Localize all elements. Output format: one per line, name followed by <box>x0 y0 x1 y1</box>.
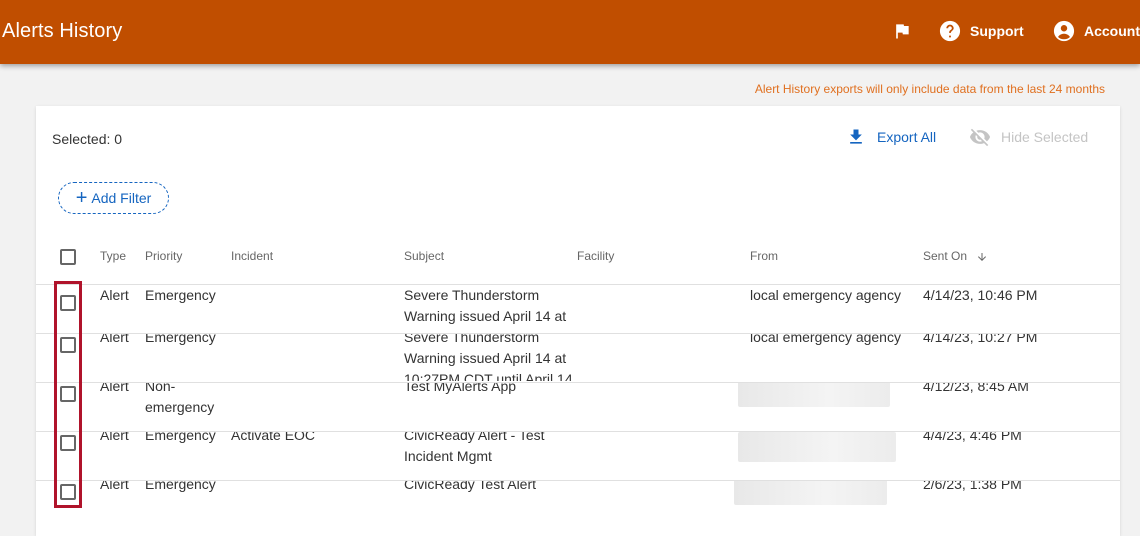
cell-subject: CivicReady Test Alert <box>404 480 537 492</box>
account-label: Account <box>1084 23 1140 39</box>
select-all-checkbox[interactable] <box>60 249 76 265</box>
account-circle-icon <box>1053 20 1075 42</box>
export-all-button[interactable]: Export All <box>846 126 936 148</box>
cell-priority: Emergency <box>145 333 216 345</box>
cell-priority: Emergency <box>145 431 216 443</box>
page-title: Alerts History <box>2 20 123 42</box>
cell-sent-on: 4/14/23, 10:27 PM <box>923 333 1038 345</box>
cell-priority: Emergency <box>145 480 216 492</box>
cell-sent-on: 4/4/23, 4:46 PM <box>923 431 1022 443</box>
support-button[interactable]: Support <box>939 19 1024 43</box>
app-header: Alerts History Support Account <box>0 0 1140 64</box>
column-header-type[interactable]: Type <box>100 249 126 263</box>
cell-type: Alert <box>100 480 129 492</box>
column-header-priority[interactable]: Priority <box>145 249 182 263</box>
cell-incident: Activate EOC <box>231 431 316 443</box>
column-header-incident[interactable]: Incident <box>231 249 273 263</box>
hide-selected-label: Hide Selected <box>1001 129 1089 145</box>
alerts-card: Selected: 0 Export All Hide Selected + A… <box>36 106 1120 536</box>
sent-on-label: Sent On <box>923 249 968 263</box>
cell-sent-on: 2/6/23, 1:38 PM <box>923 480 1022 492</box>
redacted-sender <box>734 481 887 505</box>
table-row[interactable]: Alert Emergency Severe Thunderstorm Warn… <box>36 333 1120 382</box>
column-header-sent-on[interactable]: Sent On <box>923 249 988 263</box>
eye-off-icon <box>969 128 991 147</box>
cell-from: local emergency agency <box>750 287 901 303</box>
checkbox-highlight-box <box>54 281 82 508</box>
hide-selected-button: Hide Selected <box>968 126 1088 148</box>
cell-type: Alert <box>100 333 129 345</box>
column-header-facility[interactable]: Facility <box>577 249 614 263</box>
cell-sent-on: 4/14/23, 10:46 PM <box>923 287 1038 303</box>
redacted-sender <box>738 383 890 407</box>
account-button[interactable]: Account <box>1053 19 1140 43</box>
add-filter-label: Add Filter <box>91 190 152 206</box>
table-row[interactable]: Alert Non-emergency Test MyAlerts App 4/… <box>36 382 1120 431</box>
download-icon <box>850 129 862 144</box>
cell-type: Alert <box>100 287 129 303</box>
cell-sent-on: 4/12/23, 8:45 AM <box>923 382 1029 394</box>
table-row[interactable]: Alert Emergency Severe Thunderstorm Warn… <box>36 284 1120 333</box>
cell-type: Alert <box>100 431 129 443</box>
add-filter-button[interactable]: + Add Filter <box>58 182 169 214</box>
cell-subject: Severe Thunderstorm Warning issued April… <box>404 287 567 324</box>
plus-icon: + <box>75 187 88 209</box>
cell-subject: Test MyAlerts App <box>404 382 517 394</box>
cell-type: Alert <box>100 382 129 394</box>
column-header-from[interactable]: From <box>750 249 778 263</box>
cell-subject: Severe Thunderstorm Warning issued April… <box>404 333 573 381</box>
export-notice: Alert History exports will only include … <box>754 82 1105 96</box>
export-all-label: Export All <box>877 129 937 145</box>
arrow-down-icon <box>978 252 987 261</box>
help-circle-icon <box>939 20 961 42</box>
cell-subject: CivicReady Alert - Test Incident Mgmt <box>404 431 545 464</box>
selected-count: Selected: 0 <box>52 131 123 147</box>
redacted-sender <box>738 432 896 462</box>
column-header-subject[interactable]: Subject <box>404 249 444 263</box>
table-row[interactable]: Alert Emergency CivicReady Test Alert 2/… <box>36 480 1120 529</box>
cell-priority: Non-emergency <box>145 382 215 415</box>
table-row[interactable]: Alert Emergency Activate EOC CivicReady … <box>36 431 1120 480</box>
support-label: Support <box>970 23 1024 39</box>
cell-priority: Emergency <box>145 287 216 303</box>
cell-from: local emergency agency <box>750 333 901 345</box>
flag-icon[interactable] <box>892 21 912 41</box>
